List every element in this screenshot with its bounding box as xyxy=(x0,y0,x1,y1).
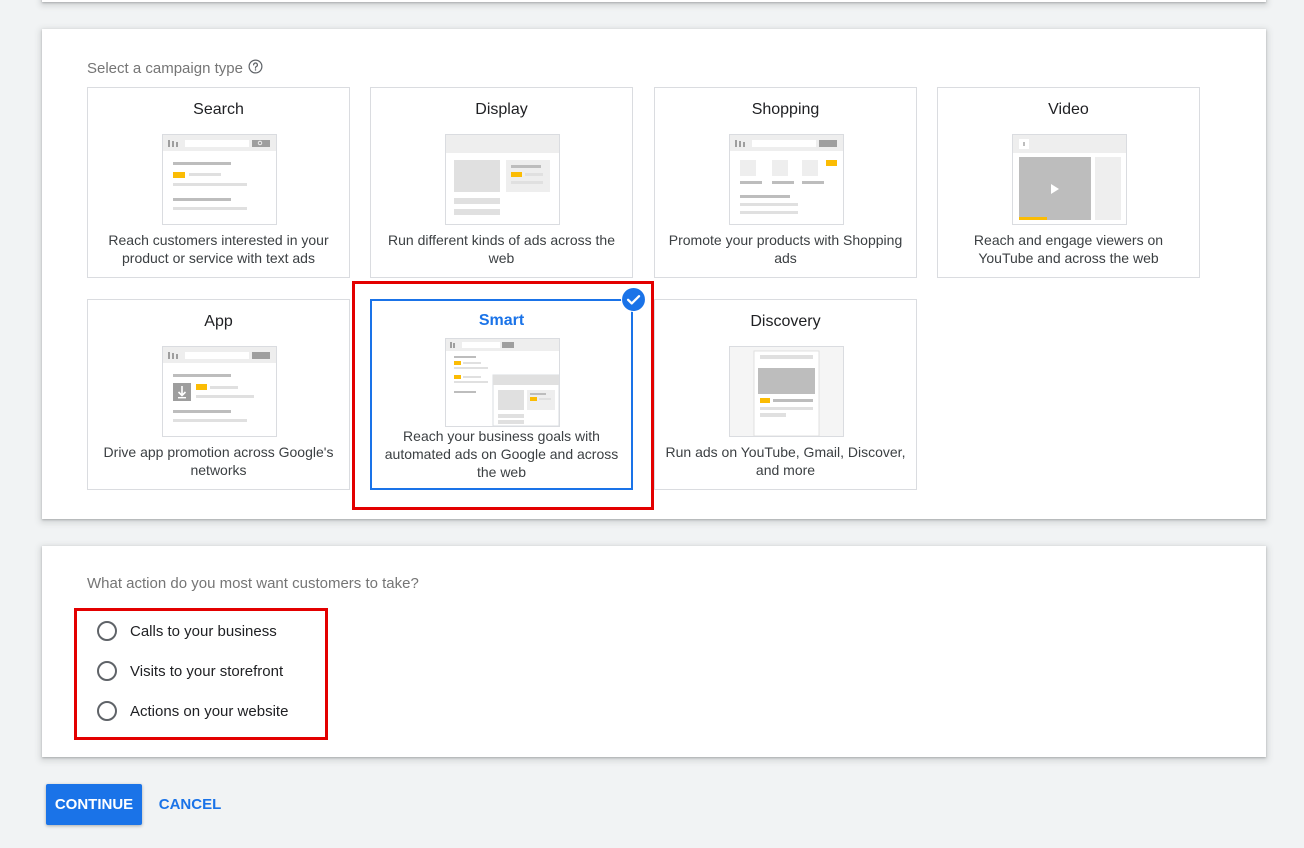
help-circle-icon[interactable] xyxy=(248,59,263,74)
campaign-type-title: App xyxy=(204,313,233,330)
campaign-type-title: Discovery xyxy=(750,313,821,330)
radio-button[interactable] xyxy=(97,621,117,641)
campaign-type-title: Display xyxy=(475,101,528,118)
campaign-type-description: Reach customers interested in your produ… xyxy=(108,232,329,266)
smart-illustration-icon xyxy=(445,338,560,427)
campaign-type-discovery[interactable]: Discovery Run ads on YouTube, Gmail, Dis… xyxy=(654,299,917,490)
campaign-type-label: Select a campaign type xyxy=(87,59,263,77)
radio-option-label: Visits to your storefront xyxy=(130,662,284,680)
campaign-type-description: Drive app promotion across Google's netw… xyxy=(103,444,334,478)
campaign-type-video[interactable]: Video Reach and engage viewers on YouTub… xyxy=(937,87,1200,278)
radio-option-label: Actions on your website xyxy=(130,702,289,720)
radio-option-website[interactable]: Actions on your website xyxy=(97,699,288,723)
customer-action-card: What action do you most want customers t… xyxy=(42,546,1266,757)
campaign-type-app[interactable]: App Drive app promotion across Google's … xyxy=(87,299,350,490)
radio-button[interactable] xyxy=(97,701,117,721)
campaign-type-smart[interactable]: Smart Reach your business goals with aut… xyxy=(370,299,633,490)
radio-option-label: Calls to your business xyxy=(130,622,277,640)
campaign-type-description: Run different kinds of ads across the we… xyxy=(388,232,615,266)
previous-card xyxy=(42,0,1266,2)
campaign-type-display[interactable]: Display Run different kinds of ads acros… xyxy=(370,87,633,278)
radio-button[interactable] xyxy=(97,661,117,681)
continue-button[interactable]: CONTINUE xyxy=(46,784,142,825)
cancel-button[interactable]: CANCEL xyxy=(152,784,228,825)
search-illustration-icon xyxy=(162,134,277,225)
campaign-type-shopping[interactable]: Shopping Promote your products with Shop… xyxy=(654,87,917,278)
shopping-illustration-icon xyxy=(729,134,844,225)
campaign-type-card: Select a campaign type Search Reach cust… xyxy=(42,29,1266,519)
app-illustration-icon xyxy=(162,346,277,437)
customer-action-question: What action do you most want customers t… xyxy=(87,575,419,592)
radio-option-calls[interactable]: Calls to your business xyxy=(97,619,277,643)
campaign-type-title: Smart xyxy=(478,312,525,329)
display-illustration-icon xyxy=(445,134,560,225)
campaign-type-description: Promote your products with Shopping ads xyxy=(668,232,903,266)
campaign-type-title: Shopping xyxy=(751,101,820,118)
discovery-illustration-icon xyxy=(729,346,844,437)
campaign-type-title: Video xyxy=(1048,101,1089,118)
campaign-type-search[interactable]: Search Reach customers interested in you… xyxy=(87,87,350,278)
campaign-type-title: Search xyxy=(193,101,244,118)
video-illustration-icon xyxy=(1012,134,1127,225)
selected-check-icon xyxy=(621,287,646,312)
campaign-type-description: Reach your business goals with automated… xyxy=(384,428,619,480)
campaign-type-description: Run ads on YouTube, Gmail, Discover, and… xyxy=(665,444,906,478)
campaign-type-description: Reach and engage viewers on YouTube and … xyxy=(973,232,1164,266)
radio-option-storefront[interactable]: Visits to your storefront xyxy=(97,659,283,683)
